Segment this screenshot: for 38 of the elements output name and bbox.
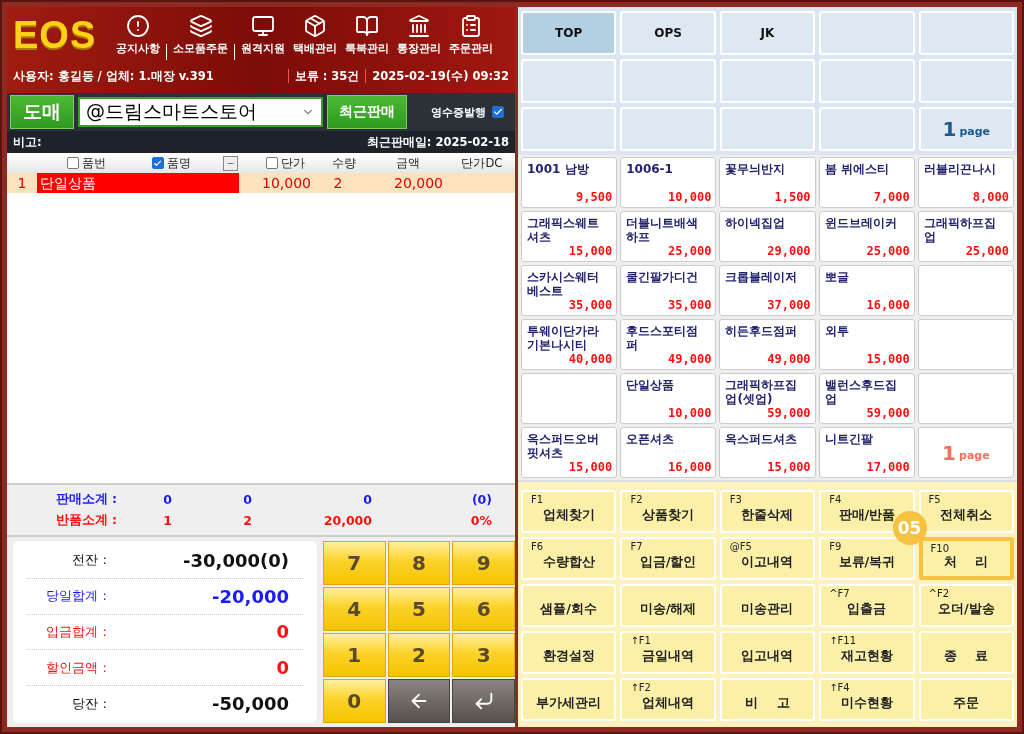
row-number: 1 bbox=[16, 175, 28, 191]
user-info: 사용자: 홍길동 / 업체: 1.매장 v.391 bbox=[13, 68, 214, 84]
quantity-cell-text: 2 bbox=[332, 175, 344, 191]
subtotal-value: 2 bbox=[242, 513, 252, 528]
balance-value: -20,000 bbox=[211, 585, 289, 607]
balance-value: -30,000(0) bbox=[182, 549, 289, 571]
column-header: 품번 bbox=[81, 155, 106, 171]
balance-value: 0 bbox=[275, 621, 289, 643]
datetime: 2025-02-19(수) 09:32 bbox=[372, 68, 509, 84]
hold-count: 보류 : 35건 bbox=[294, 68, 360, 84]
balance-label: 전잔 : bbox=[71, 551, 107, 570]
subtotal-label: 반품소계 : bbox=[54, 512, 117, 529]
balance-value: -50,000 bbox=[211, 693, 289, 715]
subtotal-value: 1 bbox=[162, 513, 172, 528]
subtotal-label: 판매소계 : bbox=[54, 491, 117, 508]
subtotal-value: 0 bbox=[242, 492, 252, 507]
balance-value: 0 bbox=[275, 657, 289, 679]
subtotal-value: 20,000 bbox=[322, 513, 372, 528]
column-header: 단가 bbox=[280, 155, 305, 171]
receipt-label: 영수증발행 bbox=[431, 104, 486, 120]
balance-label: 입금합계 : bbox=[45, 623, 107, 641]
note-label: 비고: bbox=[13, 134, 42, 150]
column-header: 금액 bbox=[396, 155, 421, 171]
balance-label: 당일합계 : bbox=[45, 587, 107, 606]
column-header: 수량 bbox=[332, 155, 357, 171]
subtotal-value: 0% bbox=[469, 513, 492, 528]
logo: EOS bbox=[13, 13, 97, 57]
last-sale-date: 최근판매일: 2025-02-18 bbox=[366, 134, 509, 150]
price-cell-text: 10,000 bbox=[261, 175, 312, 191]
amount-cell-text: 20,000 bbox=[393, 175, 444, 191]
item-name-cell: 단일상품 bbox=[37, 173, 239, 193]
subtotal-value: 0 bbox=[162, 492, 172, 507]
column-header: 품명 bbox=[166, 155, 191, 171]
subtotal-value: (0) bbox=[470, 492, 492, 507]
balance-label: 할인금액 : bbox=[45, 658, 107, 677]
subtotal-value: 0 bbox=[362, 492, 372, 507]
balance-label: 당잔 : bbox=[71, 694, 107, 713]
column-header: 단가DC bbox=[461, 155, 503, 171]
